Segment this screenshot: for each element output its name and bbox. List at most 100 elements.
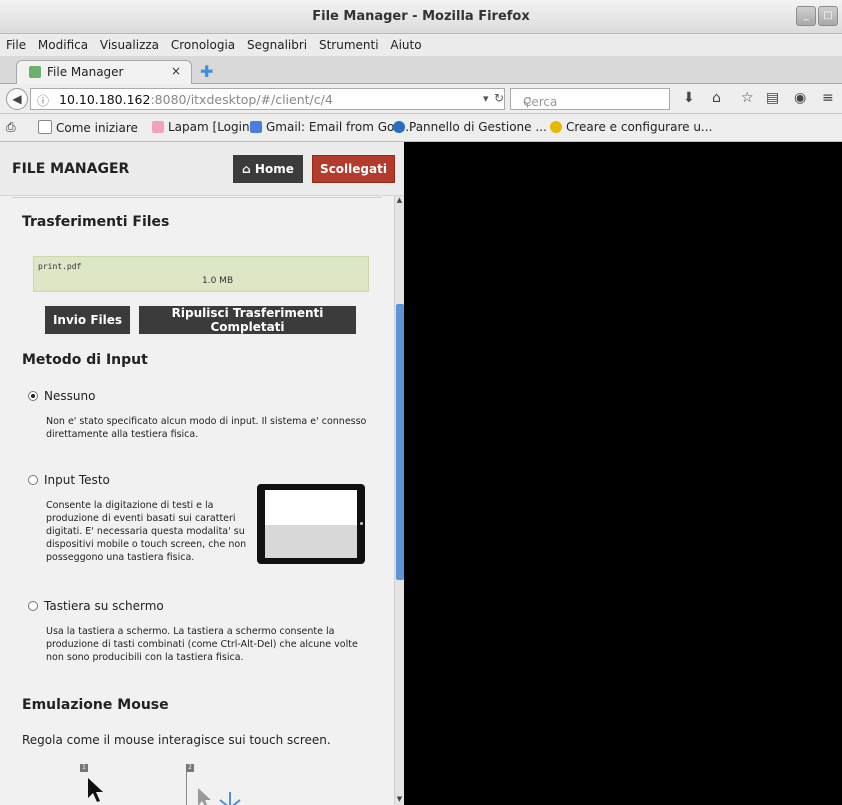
bookmark-pannello[interactable]: Pannello di Gestione ... (393, 120, 547, 134)
desc-line: produzione di eventi basati sui caratter… (46, 513, 236, 524)
app-header: FILE MANAGER ⌂ Home Scollegati (0, 142, 404, 196)
mouse-mode-illustrations: 1 2 (78, 764, 278, 805)
app-title: FILE MANAGER (12, 161, 130, 177)
touch-pointer-icon[interactable] (196, 786, 246, 805)
keyboard-illustration (265, 525, 357, 558)
gmail-icon (250, 121, 262, 133)
window-titlebar: File Manager - Mozilla Firefox _ □ (0, 0, 842, 34)
transfer-item: print.pdf 1.0 MB (33, 256, 369, 292)
option-description: Consente la digitazione di testi e la pr… (46, 499, 246, 564)
url-dropdown-icon[interactable]: ▾ (483, 92, 489, 105)
favicon-icon (29, 66, 41, 78)
tab-close-icon[interactable]: × (171, 64, 181, 78)
bookmarks-menu-icon[interactable]: ▤ (766, 90, 779, 106)
search-placeholder: Cerca (523, 95, 558, 109)
radio-button[interactable] (28, 391, 38, 401)
desc-line: Consente la digitazione di testi e la (46, 500, 214, 511)
menu-cronologia[interactable]: Cronologia (171, 34, 235, 56)
bookmark-star-icon[interactable]: ☆ (741, 90, 754, 106)
scroll-up-icon[interactable]: ▲ (395, 196, 404, 206)
pocket-icon[interactable]: ◉ (794, 90, 806, 106)
radio-button[interactable] (28, 475, 38, 485)
bookmark-lapam[interactable]: Lapam [Login] (152, 120, 254, 134)
menu-modifica[interactable]: Modifica (38, 34, 88, 56)
url-path: :8080/itxdesktop/#/client/c/4 (150, 92, 333, 107)
desc-line: Non e' stato specificato alcun modo di i… (46, 416, 367, 427)
tab-label: File Manager (47, 65, 124, 79)
new-tab-icon[interactable]: ✚ (200, 62, 213, 81)
back-icon[interactable]: ◀ (6, 88, 28, 110)
pannello-icon (393, 121, 405, 133)
tab-file-manager[interactable]: File Manager × (16, 60, 192, 84)
divider (12, 197, 382, 198)
bookmark-label: Pannello di Gestione ... (409, 120, 547, 134)
option-label: Input Testo (44, 473, 110, 487)
bookmark-creare[interactable]: Creare e configurare u... (550, 120, 712, 134)
bookmark-label: Come iniziare (56, 121, 138, 135)
option-description: Usa la tastiera a schermo. La tastiera a… (46, 625, 358, 664)
desc-line: digitati. E' necessaria questa modalita'… (46, 526, 245, 537)
mode-badge-2: 2 (186, 764, 194, 772)
panel-scrollbar[interactable]: ▲ ▼ (394, 196, 404, 805)
home-button-label: Home (254, 162, 294, 176)
bookmark-label: Creare e configurare u... (566, 120, 713, 134)
remote-desktop-canvas[interactable] (404, 142, 842, 805)
desc-line: dispositivi mobile o touch screen, che n… (46, 539, 247, 550)
minimize-button[interactable]: _ (796, 6, 816, 26)
search-input[interactable]: ⚲ Cerca (510, 88, 670, 110)
bookmark-label: Gmail: Email from Goo... (266, 120, 413, 134)
lapam-icon (152, 121, 164, 133)
bookmark-come-iniziare[interactable]: Come iniziare (38, 120, 138, 135)
page-icon (38, 120, 52, 134)
clear-transfers-button[interactable]: Ripulisci Trasferimenti Completati (139, 306, 356, 334)
home-button[interactable]: ⌂ Home (233, 155, 303, 183)
scroll-down-icon[interactable]: ▼ (395, 795, 404, 805)
download-icon[interactable]: ⬇ (683, 90, 695, 106)
mouse-emulation-heading: Emulazione Mouse (22, 697, 169, 713)
file-manager-panel: FILE MANAGER ⌂ Home Scollegati Trasferim… (0, 142, 404, 805)
home-icon[interactable]: ⌂ (712, 90, 721, 106)
bookmarks-bar: ⎙ Come iniziare Lapam [Login] Gmail: Ema… (0, 114, 842, 142)
print-icon[interactable]: ⎙ (6, 120, 16, 135)
scrollbar-thumb[interactable] (396, 304, 404, 580)
hamburger-menu-icon[interactable]: ≡ (822, 90, 834, 106)
desc-line: direttamente alla testiera fisica. (46, 429, 199, 440)
bookmark-label: Lapam [Login] (168, 120, 255, 134)
transfer-file-name: print.pdf (38, 262, 82, 271)
url-host: 10.10.180.162 (59, 92, 151, 107)
option-label: Nessuno (44, 389, 96, 403)
bookmark-gmail[interactable]: Gmail: Email from Goo... (250, 120, 413, 134)
menu-segnalibri[interactable]: Segnalibri (247, 34, 307, 56)
radio-button[interactable] (28, 601, 38, 611)
option-description: Non e' stato specificato alcun modo di i… (46, 415, 366, 441)
mode-badge-1: 1 (80, 764, 88, 772)
mouse-emulation-description: Regola come il mouse interagisce sui tou… (22, 733, 331, 747)
url-bar[interactable]: ⓘ 10.10.180.162:8080/itxdesktop/#/client… (30, 88, 505, 110)
send-files-button[interactable]: Invio Files (45, 306, 130, 334)
house-icon: ⌂ (242, 162, 251, 176)
menu-strumenti[interactable]: Strumenti (319, 34, 379, 56)
desc-line: non sono producibili con la tastiera fis… (46, 652, 244, 663)
radio-option-tastiera-schermo[interactable]: Tastiera su schermo (28, 599, 164, 613)
navigation-bar: ◀ ⓘ 10.10.180.162:8080/itxdesktop/#/clie… (0, 84, 842, 114)
radio-option-nessuno[interactable]: Nessuno (28, 389, 95, 403)
logout-button[interactable]: Scollegati (312, 155, 395, 183)
creare-icon (550, 121, 562, 133)
panel-content: Trasferimenti Files print.pdf 1.0 MB Inv… (0, 196, 394, 805)
menu-bar: File Modifica Visualizza Cronologia Segn… (0, 34, 842, 56)
transfer-file-size: 1.0 MB (202, 276, 234, 286)
transfers-heading: Trasferimenti Files (22, 214, 170, 230)
pointer-icon[interactable] (86, 776, 106, 805)
tablet-illustration-icon (257, 484, 365, 564)
radio-option-input-testo[interactable]: Input Testo (28, 473, 110, 487)
desc-line: Usa la tastiera a schermo. La tastiera a… (46, 626, 335, 637)
site-info-icon[interactable]: ⓘ (37, 92, 49, 109)
menu-file[interactable]: File (6, 34, 26, 56)
menu-aiuto[interactable]: Aiuto (390, 34, 421, 56)
input-method-heading: Metodo di Input (22, 352, 148, 368)
window-title: File Manager - Mozilla Firefox (312, 9, 530, 24)
menu-visualizza[interactable]: Visualizza (100, 34, 159, 56)
tab-strip: File Manager × ✚ (0, 56, 842, 84)
maximize-button[interactable]: □ (818, 6, 838, 26)
reload-icon[interactable]: ↻ (494, 91, 504, 105)
